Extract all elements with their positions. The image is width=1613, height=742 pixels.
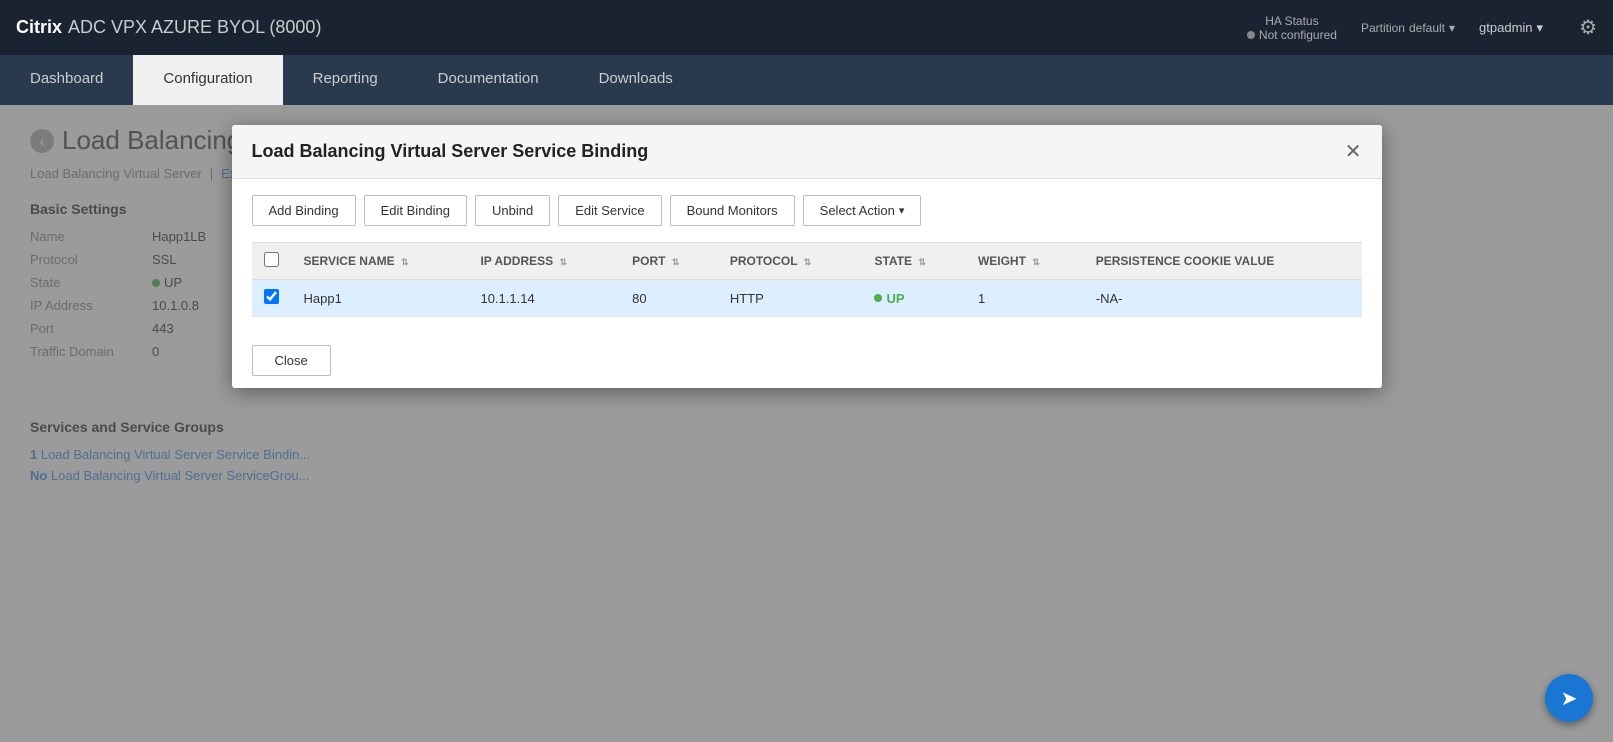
chevron-down-icon: ▾ (1537, 20, 1544, 36)
modal-close-button[interactable]: ✕ (1345, 142, 1362, 162)
col-protocol: PROTOCOL ⇅ (718, 243, 863, 280)
modal-header: Load Balancing Virtual Server Service Bi… (232, 125, 1382, 179)
ha-status-value: Not configured (1247, 28, 1337, 42)
edit-binding-button[interactable]: Edit Binding (364, 195, 467, 226)
cell-weight: 1 (966, 280, 1084, 317)
nav-documentation[interactable]: Documentation (408, 55, 569, 105)
sort-icon[interactable]: ⇅ (401, 257, 409, 267)
sort-icon[interactable]: ⇅ (560, 257, 568, 267)
col-state: STATE ⇅ (862, 243, 965, 280)
sort-icon[interactable]: ⇅ (918, 257, 926, 267)
brand-rest: ADC VPX AZURE BYOL (8000) (68, 17, 321, 38)
col-ip-address: IP ADDRESS ⇅ (468, 243, 620, 280)
row-checkbox[interactable] (264, 289, 279, 304)
modal: Load Balancing Virtual Server Service Bi… (232, 125, 1382, 388)
ha-status-label: HA Status (1247, 14, 1337, 28)
nav-bar: Dashboard Configuration Reporting Docume… (0, 55, 1613, 105)
nav-downloads[interactable]: Downloads (569, 55, 703, 105)
close-button[interactable]: Close (252, 345, 331, 376)
cell-state: UP (862, 280, 965, 317)
cell-ip-address: 10.1.1.14 (468, 280, 620, 317)
ha-status-dot (1247, 31, 1255, 39)
sort-icon[interactable]: ⇅ (1032, 257, 1040, 267)
add-binding-button[interactable]: Add Binding (252, 195, 356, 226)
col-port: PORT ⇅ (620, 243, 718, 280)
select-all-checkbox[interactable] (264, 252, 279, 267)
table-row[interactable]: Happ1 10.1.1.14 80 HTTP UP 1 -NA- (252, 280, 1362, 317)
modal-body: Add Binding Edit Binding Unbind Edit Ser… (232, 179, 1382, 333)
edit-service-button[interactable]: Edit Service (558, 195, 661, 226)
partition-selector[interactable]: Partition default ▾ (1361, 21, 1455, 35)
nav-reporting[interactable]: Reporting (283, 55, 408, 105)
brand-citrix: Citrix (16, 17, 62, 38)
unbind-button[interactable]: Unbind (475, 195, 550, 226)
cell-protocol: HTTP (718, 280, 863, 317)
sort-icon[interactable]: ⇅ (804, 257, 812, 267)
top-bar: Citrix ADC VPX AZURE BYOL (8000) HA Stat… (0, 0, 1613, 55)
top-bar-right: HA Status Not configured Partition defau… (1247, 14, 1597, 42)
chevron-down-icon: ▾ (1449, 21, 1455, 35)
chevron-down-icon: ▾ (899, 204, 905, 217)
modal-overlay: Load Balancing Virtual Server Service Bi… (0, 105, 1613, 742)
bound-monitors-button[interactable]: Bound Monitors (670, 195, 795, 226)
ha-status: HA Status Not configured (1247, 14, 1337, 42)
modal-footer: Close (232, 333, 1382, 388)
cell-port: 80 (620, 280, 718, 317)
col-service-name: SERVICE NAME ⇅ (292, 243, 469, 280)
fab-button[interactable]: ➤ (1545, 674, 1593, 722)
cell-persistence-cookie: -NA- (1084, 280, 1362, 317)
gear-icon[interactable]: ⚙ (1579, 15, 1597, 40)
sort-icon[interactable]: ⇅ (672, 257, 680, 267)
select-action-button[interactable]: Select Action ▾ (803, 195, 922, 226)
page-body: ‹ Load Balancing Virtual ... Load Balanc… (0, 105, 1613, 742)
table-header-row: SERVICE NAME ⇅ IP ADDRESS ⇅ PORT ⇅ (252, 243, 1362, 280)
modal-toolbar: Add Binding Edit Binding Unbind Edit Ser… (252, 195, 1362, 226)
nav-configuration[interactable]: Configuration (133, 55, 282, 105)
col-weight: WEIGHT ⇅ (966, 243, 1084, 280)
col-persistence-cookie: PERSISTENCE COOKIE VALUE (1084, 243, 1362, 280)
user-menu[interactable]: gtpadmin ▾ (1479, 20, 1543, 36)
modal-title: Load Balancing Virtual Server Service Bi… (252, 141, 649, 162)
brand: Citrix ADC VPX AZURE BYOL (8000) (16, 17, 1247, 38)
fab-icon: ➤ (1561, 686, 1578, 711)
nav-dashboard[interactable]: Dashboard (0, 55, 133, 105)
service-binding-table: SERVICE NAME ⇅ IP ADDRESS ⇅ PORT ⇅ (252, 242, 1362, 317)
cell-service-name: Happ1 (292, 280, 469, 317)
